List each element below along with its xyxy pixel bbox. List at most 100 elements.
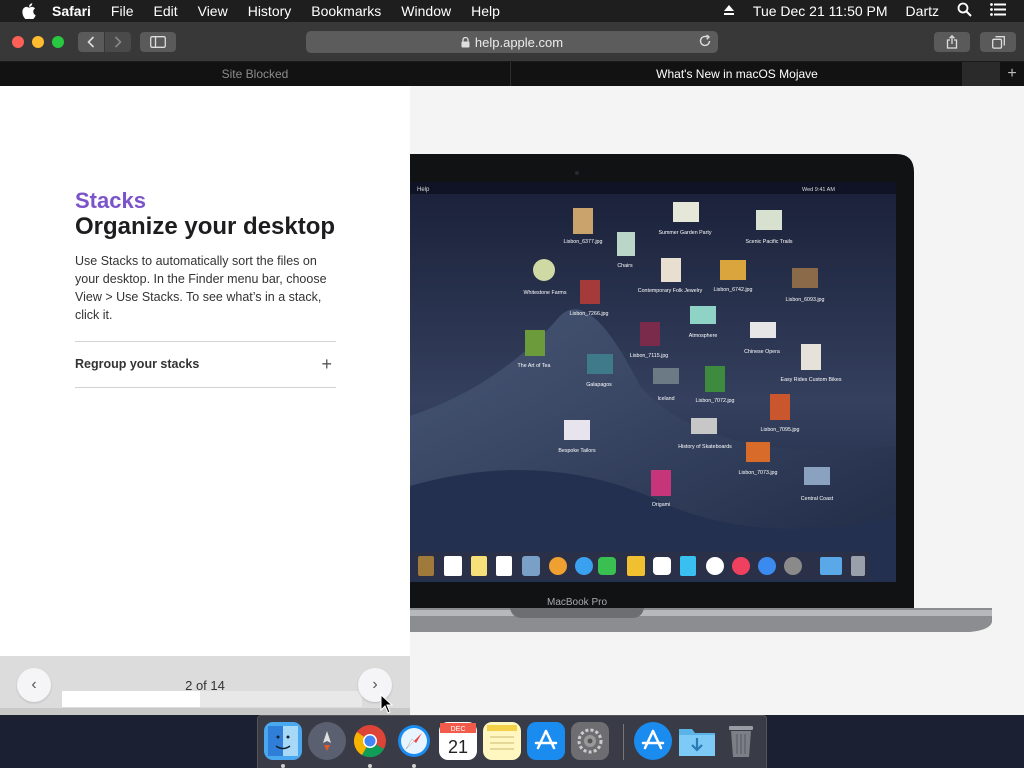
notes-icon[interactable] — [483, 722, 521, 760]
file-lisbon-7266: Lisbon_7266.jpg — [570, 311, 609, 317]
apple-menu-icon[interactable] — [20, 2, 38, 20]
app-store-icon[interactable] — [527, 722, 565, 760]
file-chinese-opera: Chinese Opera — [744, 349, 780, 355]
tab-bar-spacer — [962, 62, 1000, 86]
file-iceland: Iceland — [657, 396, 674, 402]
file-history-of-skateboards: History of Skateboards — [678, 444, 732, 450]
pager-bottom-track — [0, 708, 410, 715]
address-bar[interactable]: help.apple.com — [306, 31, 718, 53]
trash-icon[interactable] — [722, 722, 760, 760]
system-preferences-icon[interactable] — [571, 722, 609, 760]
show-all-tabs-button[interactable] — [980, 32, 1016, 52]
file-whitestone-farms: Whitestone Farms — [524, 290, 567, 296]
laptop-notch — [510, 608, 644, 618]
finder-running-indicator — [281, 764, 285, 768]
file-lisbon-7072: Lisbon_7072.jpg — [696, 398, 735, 404]
window-minimize-button[interactable] — [32, 36, 44, 48]
downloads-folder-icon[interactable] — [678, 722, 716, 760]
calendar-icon[interactable]: DEC 21 — [439, 722, 477, 760]
file-lisbon-7115: Lisbon_7115.jpg — [630, 353, 669, 359]
chevron-left-icon: ‹ — [31, 676, 37, 693]
laptop-brand-label: MacBook Pro — [547, 597, 607, 608]
menu-user[interactable]: Dartz — [906, 3, 939, 19]
file-lisbon-6093: Lisbon_6093.jpg — [786, 297, 825, 303]
file-the-art-of-tea: The Art of Tea — [518, 363, 551, 369]
dock-separator — [623, 724, 624, 760]
menu-clock[interactable]: Tue Dec 21 11:50 PM — [753, 3, 888, 19]
article-eyebrow: Stacks — [75, 188, 146, 213]
screen-menu-app: Help — [417, 187, 430, 193]
window-close-button[interactable] — [12, 36, 24, 48]
file-scenic-pacific-trails: Scenic Pacific Trails — [745, 239, 792, 245]
eject-icon[interactable] — [723, 3, 735, 19]
pager-progress-fill — [62, 691, 200, 707]
app-store-download-icon[interactable] — [634, 722, 672, 760]
chrome-icon[interactable] — [351, 722, 389, 760]
file-origami: Origami — [652, 502, 671, 508]
share-button[interactable] — [934, 32, 970, 52]
safari-icon[interactable] — [395, 722, 433, 760]
mouse-cursor-icon — [380, 694, 394, 714]
menu-bookmarks[interactable]: Bookmarks — [311, 3, 381, 19]
article-headline: Organize your desktop — [75, 213, 336, 240]
menu-help[interactable]: Help — [471, 3, 500, 19]
file-contemporary-folk-jewelry: Contemporary Folk Jewelry — [638, 288, 703, 294]
finder-icon[interactable] — [264, 722, 302, 760]
file-lisbon-6377: Lisbon_6377.jpg — [564, 239, 603, 245]
share-icon — [946, 35, 958, 49]
tab-whats-new-mojave[interactable]: What's New in macOS Mojave — [512, 62, 962, 86]
sidebar-toggle-button[interactable] — [140, 32, 176, 52]
browser-toolbar: help.apple.com — [0, 22, 1024, 62]
article-panel: Stacks Organize your desktop Use Stacks … — [0, 86, 410, 715]
screen-dock — [412, 552, 870, 580]
menu-window[interactable]: Window — [401, 3, 451, 19]
file-lisbon-6742: Lisbon_6742.jpg — [714, 287, 753, 293]
file-chairs: Chairs — [617, 263, 633, 269]
divider-bottom — [75, 387, 336, 388]
macbook-pro-illustration: Help Wed 9:41 AM Lisbon_6377.jpg Summer … — [410, 154, 992, 632]
notification-center-icon[interactable] — [990, 3, 1006, 19]
file-atmosphere: Atmosphere — [689, 333, 718, 339]
sidebar-icon — [150, 36, 166, 48]
back-button[interactable] — [78, 32, 104, 52]
menu-app-name[interactable]: Safari — [52, 3, 91, 19]
safari-running-indicator — [412, 764, 416, 768]
file-bespoke-tailors: Bespoke Tailors — [558, 448, 596, 454]
new-tab-button[interactable]: + — [1000, 62, 1024, 86]
calendar-day: 21 — [448, 737, 468, 757]
file-easy-rides-custom-bikes: Easy Rides Custom Bikes — [781, 377, 842, 383]
forward-button[interactable] — [105, 32, 131, 52]
screen-clock: Wed 9:41 AM — [802, 187, 835, 193]
menu-edit[interactable]: Edit — [153, 3, 177, 19]
menu-view[interactable]: View — [198, 3, 228, 19]
slide-counter: 2 of 14 — [185, 678, 225, 693]
file-lisbon-7095: Lisbon_7095.jpg — [761, 427, 800, 433]
reload-icon[interactable] — [698, 34, 712, 51]
regroup-stacks-accordion[interactable]: Regroup your stacks + — [75, 342, 336, 386]
chevron-right-icon: › — [372, 676, 378, 693]
laptop-camera — [575, 171, 579, 175]
plus-icon[interactable]: + — [321, 354, 332, 375]
web-page: Stacks Organize your desktop Use Stacks … — [0, 86, 1024, 715]
spotlight-search-icon[interactable] — [957, 2, 972, 20]
window-zoom-button[interactable] — [52, 36, 64, 48]
lock-icon — [461, 36, 470, 48]
accordion-label: Regroup your stacks — [75, 357, 200, 371]
tab-bar: Site Blocked What's New in macOS Mojave … — [0, 62, 1024, 86]
file-central-coast: Central Coast — [801, 496, 834, 502]
menu-bar: Safari File Edit View History Bookmarks … — [0, 0, 1024, 22]
chevron-right-icon — [114, 36, 122, 48]
tab-site-blocked[interactable]: Site Blocked — [0, 62, 511, 86]
gallery-pager: ‹ 2 of 14 › — [0, 656, 410, 715]
address-bar-url: help.apple.com — [474, 34, 564, 50]
previous-slide-button[interactable]: ‹ — [17, 668, 51, 702]
pager-progress-bar — [62, 691, 362, 707]
calendar-month: DEC — [451, 726, 466, 733]
launchpad-icon[interactable] — [308, 722, 346, 760]
dock: DEC 21 — [257, 715, 767, 768]
menu-file[interactable]: File — [111, 3, 134, 19]
tabs-overview-icon — [991, 35, 1005, 49]
file-lisbon-7073: Lisbon_7073.jpg — [739, 470, 778, 476]
menu-history[interactable]: History — [248, 3, 292, 19]
file-summer-garden-party: Summer Garden Party — [659, 230, 712, 236]
